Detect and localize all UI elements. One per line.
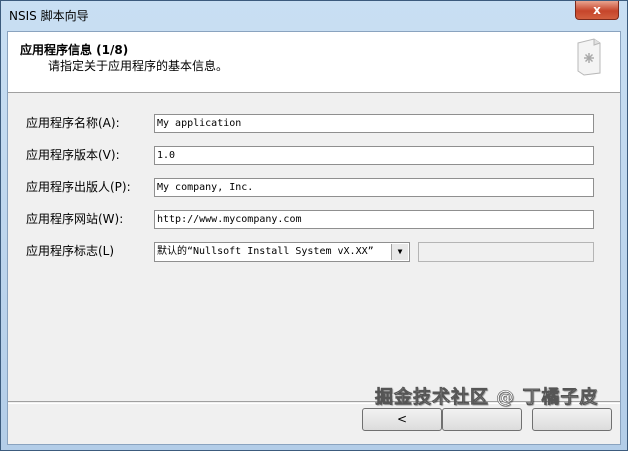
app-icon-select[interactable]: 默认的“Nullsoft Install System vX.XX” ▼ bbox=[154, 242, 410, 262]
app-publisher-input[interactable]: My company, Inc. bbox=[154, 178, 594, 197]
document-asterisk-icon bbox=[577, 38, 601, 76]
app-name-input[interactable]: My application bbox=[154, 114, 594, 133]
watermark-text: 掘金技术社区 @ 丁橘子皮 bbox=[375, 387, 599, 409]
next-button[interactable] bbox=[442, 408, 522, 431]
chevron-down-icon[interactable]: ▼ bbox=[391, 244, 408, 260]
back-button[interactable]: < bbox=[362, 408, 442, 431]
title-bar[interactable]: NSIS 脚本向导 x bbox=[1, 1, 627, 29]
wizard-window: NSIS 脚本向导 x 应用程序信息 (1/8) 请指定关于应用程序的基本信息。… bbox=[0, 0, 628, 451]
app-icon-selected-value: 默认的“Nullsoft Install System vX.XX” bbox=[157, 246, 374, 257]
close-button[interactable]: x bbox=[575, 1, 619, 20]
cancel-button[interactable] bbox=[532, 408, 612, 431]
window-title: NSIS 脚本向导 bbox=[9, 9, 89, 23]
app-icon-label: 应用程序标志(L) bbox=[26, 244, 115, 258]
wizard-header: 应用程序信息 (1/8) 请指定关于应用程序的基本信息。 bbox=[8, 32, 620, 93]
app-version-label: 应用程序版本(V): bbox=[26, 148, 120, 162]
page-title: 应用程序信息 (1/8) bbox=[20, 43, 129, 57]
app-icon-preview bbox=[418, 242, 594, 262]
app-name-label: 应用程序名称(A): bbox=[26, 116, 120, 130]
app-website-input[interactable]: http://www.mycompany.com bbox=[154, 210, 594, 229]
close-icon: x bbox=[593, 3, 601, 17]
page-subtitle: 请指定关于应用程序的基本信息。 bbox=[48, 59, 229, 73]
app-publisher-label: 应用程序出版人(P): bbox=[26, 180, 131, 194]
back-button-label: < bbox=[396, 412, 408, 426]
app-website-label: 应用程序网站(W): bbox=[26, 212, 124, 226]
app-version-input[interactable]: 1.0 bbox=[154, 146, 594, 165]
